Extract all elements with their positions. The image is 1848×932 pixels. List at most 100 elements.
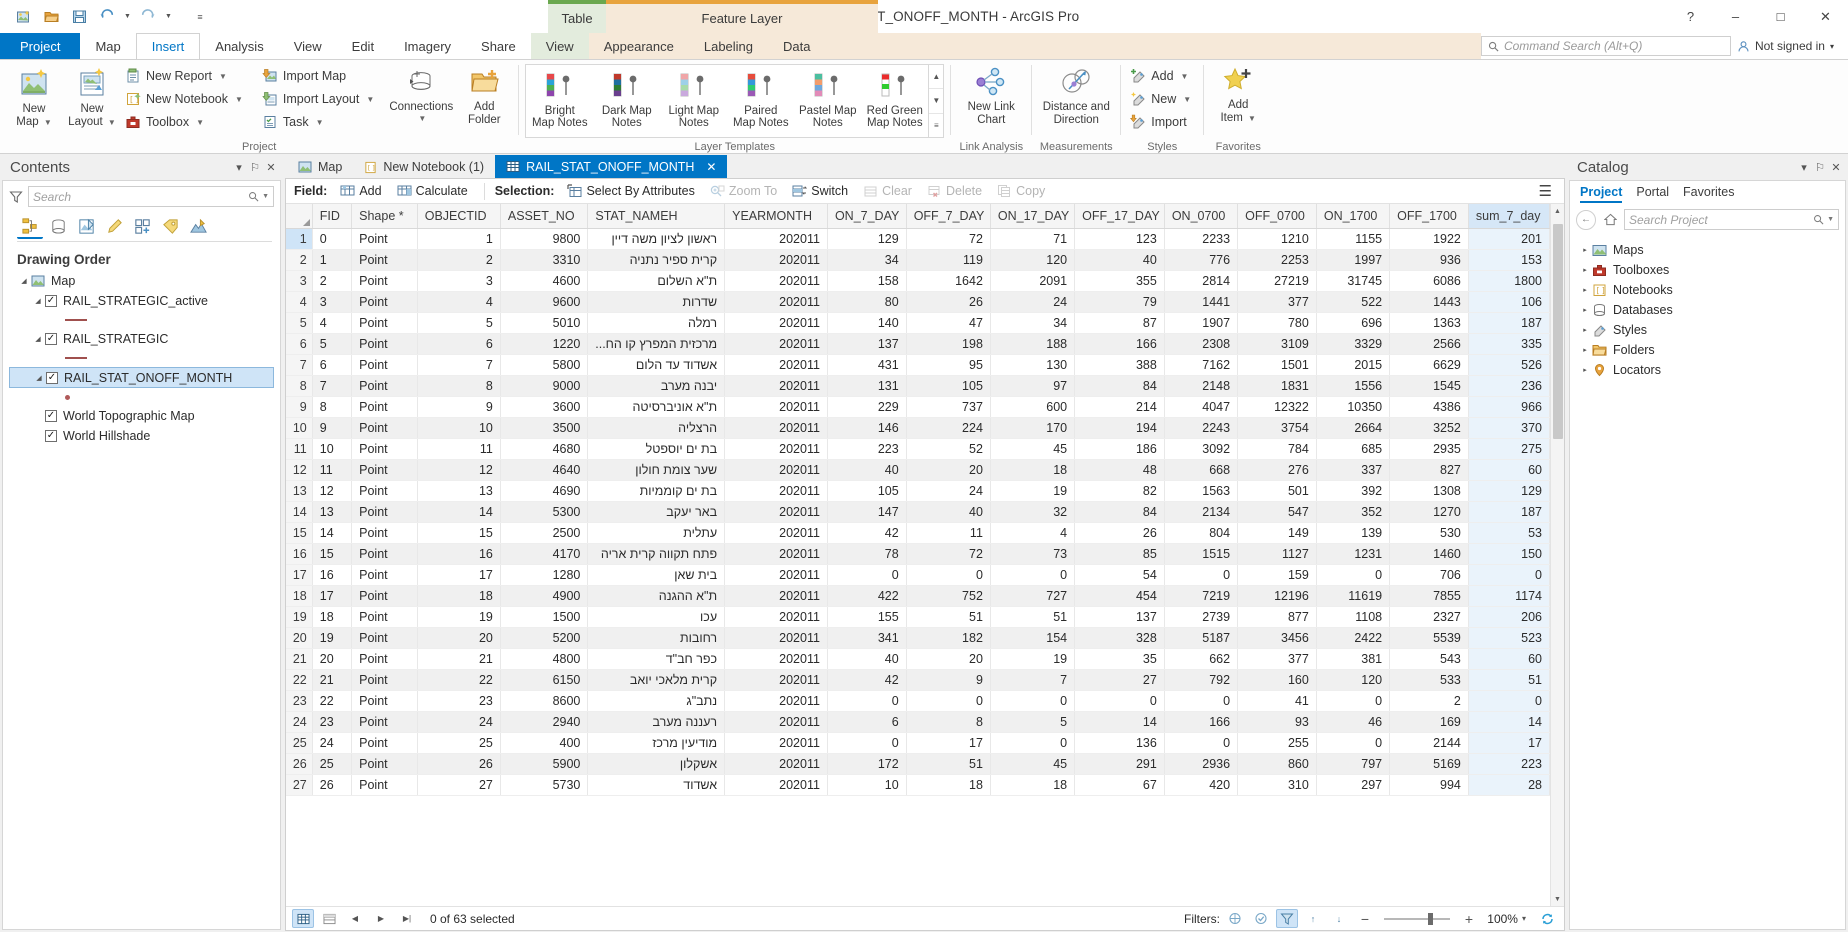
cell-objectid[interactable]: 12 (417, 459, 500, 480)
cell-on_7_day[interactable]: 129 (827, 228, 906, 249)
cell-off_1700[interactable]: 2327 (1390, 606, 1469, 627)
scroll-thumb[interactable] (1553, 224, 1563, 439)
expander-icon[interactable]: ◢ (31, 297, 45, 305)
new-report-button[interactable]: New Report ▼ (122, 65, 249, 87)
cell-on_7_day[interactable]: 34 (827, 249, 906, 270)
cell-stat_nameh[interactable]: אשדוד (588, 774, 725, 795)
cell-asset_no[interactable]: 1280 (500, 564, 588, 585)
new-map-button[interactable]: NewMap ▼ (6, 63, 62, 132)
cell-on_7_day[interactable]: 172 (827, 753, 906, 774)
cell-asset_no[interactable]: 6150 (500, 669, 588, 690)
cell-off_17_day[interactable]: 137 (1075, 606, 1165, 627)
cell-objectid[interactable]: 2 (417, 249, 500, 270)
cell-on_17_day[interactable]: 0 (990, 564, 1074, 585)
cell-on_17_day[interactable]: 0 (990, 690, 1074, 711)
cell-sum_7_day[interactable]: 206 (1468, 606, 1549, 627)
cell-on_17_day[interactable]: 170 (990, 417, 1074, 438)
catalog-item-maps[interactable]: ▸ Maps (1570, 240, 1845, 260)
cell-on_1700[interactable]: 2015 (1316, 354, 1389, 375)
column-header-fid[interactable]: FID (312, 204, 351, 228)
tree-node-map[interactable]: ◢ Map (9, 271, 280, 291)
filter-all-button[interactable] (1224, 909, 1246, 928)
cell-on_17_day[interactable]: 154 (990, 627, 1074, 648)
column-header-on_0700[interactable]: ON_0700 (1164, 204, 1237, 228)
cell-on_1700[interactable]: 1556 (1316, 375, 1389, 396)
cell-off_7_day[interactable]: 95 (906, 354, 990, 375)
cell-yearmonth[interactable]: 202011 (725, 585, 828, 606)
cell-yearmonth[interactable]: 202011 (725, 627, 828, 648)
cell-off_0700[interactable]: 1831 (1238, 375, 1317, 396)
cell-off_0700[interactable]: 41 (1238, 690, 1317, 711)
cell-off_7_day[interactable]: 119 (906, 249, 990, 270)
cell-on_0700[interactable]: 2233 (1164, 228, 1237, 249)
cell-shape[interactable]: Point (352, 228, 418, 249)
row-number-cell[interactable]: 16 (286, 543, 312, 564)
gallery-expand-icon[interactable]: ≡ (929, 114, 943, 137)
cell-asset_no[interactable]: 5300 (500, 501, 588, 522)
table-row[interactable]: 21Point23310קרית ספיר נתניה2020113411912… (286, 249, 1550, 270)
cell-asset_no[interactable]: 5010 (500, 312, 588, 333)
cell-objectid[interactable]: 14 (417, 501, 500, 522)
cell-off_1700[interactable]: 1363 (1390, 312, 1469, 333)
cell-sum_7_day[interactable]: 106 (1468, 291, 1549, 312)
row-number-cell[interactable]: 25 (286, 732, 312, 753)
table-row[interactable]: 1514Point152500עתלית20201142114268041491… (286, 522, 1550, 543)
cell-on_1700[interactable]: 1997 (1316, 249, 1389, 270)
cell-asset_no[interactable]: 4170 (500, 543, 588, 564)
cell-off_1700[interactable]: 3252 (1390, 417, 1469, 438)
cell-yearmonth[interactable]: 202011 (725, 501, 828, 522)
row-number-cell[interactable]: 21 (286, 648, 312, 669)
row-number-cell[interactable]: 17 (286, 564, 312, 585)
cell-sum_7_day[interactable]: 0 (1468, 690, 1549, 711)
cell-objectid[interactable]: 18 (417, 585, 500, 606)
cell-off_1700[interactable]: 1270 (1390, 501, 1469, 522)
copy-selection-button[interactable]: Copy (991, 182, 1051, 200)
customize-qat-icon[interactable]: ≡ (187, 5, 213, 29)
cell-on_17_day[interactable]: 4 (990, 522, 1074, 543)
cell-shape[interactable]: Point (352, 732, 418, 753)
cell-off_17_day[interactable]: 84 (1075, 501, 1165, 522)
cell-fid[interactable]: 17 (312, 585, 351, 606)
cell-asset_no[interactable]: 5200 (500, 627, 588, 648)
cell-on_7_day[interactable]: 42 (827, 669, 906, 690)
cell-off_1700[interactable]: 2566 (1390, 333, 1469, 354)
search-icon[interactable] (1813, 214, 1824, 225)
cell-on_7_day[interactable]: 341 (827, 627, 906, 648)
row-number-cell[interactable]: 19 (286, 606, 312, 627)
cell-on_17_day[interactable]: 7 (990, 669, 1074, 690)
cell-objectid[interactable]: 27 (417, 774, 500, 795)
cell-sum_7_day[interactable]: 335 (1468, 333, 1549, 354)
cell-on_0700[interactable]: 3092 (1164, 438, 1237, 459)
cell-asset_no[interactable]: 5900 (500, 753, 588, 774)
catalog-tab-project[interactable]: Project (1580, 185, 1622, 203)
cell-on_0700[interactable]: 2243 (1164, 417, 1237, 438)
cell-stat_nameh[interactable]: קרית ספיר נתניה (588, 249, 725, 270)
cell-off_17_day[interactable]: 54 (1075, 564, 1165, 585)
cell-on_17_day[interactable]: 45 (990, 753, 1074, 774)
row-number-cell[interactable]: 26 (286, 753, 312, 774)
cell-yearmonth[interactable]: 202011 (725, 648, 828, 669)
cell-stat_nameh[interactable]: ת"א אוניברסיטה (588, 396, 725, 417)
cell-asset_no[interactable]: 9000 (500, 375, 588, 396)
cell-stat_nameh[interactable]: רמלה (588, 312, 725, 333)
layer-templates-gallery[interactable]: BrightMap Notes Dark MapNotes Light MapN… (525, 64, 944, 138)
cell-on_17_day[interactable]: 188 (990, 333, 1074, 354)
tab-table-view[interactable]: View (531, 33, 589, 59)
cell-off_1700[interactable]: 6629 (1390, 354, 1469, 375)
row-number-cell[interactable]: 5 (286, 312, 312, 333)
account-caret-icon[interactable]: ▾ (1830, 42, 1834, 51)
cell-stat_nameh[interactable]: אשדוד עד הלום (588, 354, 725, 375)
cell-sum_7_day[interactable]: 201 (1468, 228, 1549, 249)
redo-icon[interactable] (135, 5, 161, 29)
cell-yearmonth[interactable]: 202011 (725, 228, 828, 249)
cell-objectid[interactable]: 11 (417, 438, 500, 459)
cell-on_0700[interactable]: 776 (1164, 249, 1237, 270)
import-layout-caret-icon[interactable]: ▼ (366, 95, 374, 104)
row-number-cell[interactable]: 18 (286, 585, 312, 606)
catalog-item-folders[interactable]: ▸ Folders (1570, 340, 1845, 360)
column-header-objectid[interactable]: OBJECTID (417, 204, 500, 228)
cell-stat_nameh[interactable]: בת ים יוספטל (588, 438, 725, 459)
cell-off_7_day[interactable]: 72 (906, 228, 990, 249)
tree-node-world-topographic-map[interactable]: ✓ World Topographic Map (9, 406, 280, 426)
cell-on_17_day[interactable]: 73 (990, 543, 1074, 564)
